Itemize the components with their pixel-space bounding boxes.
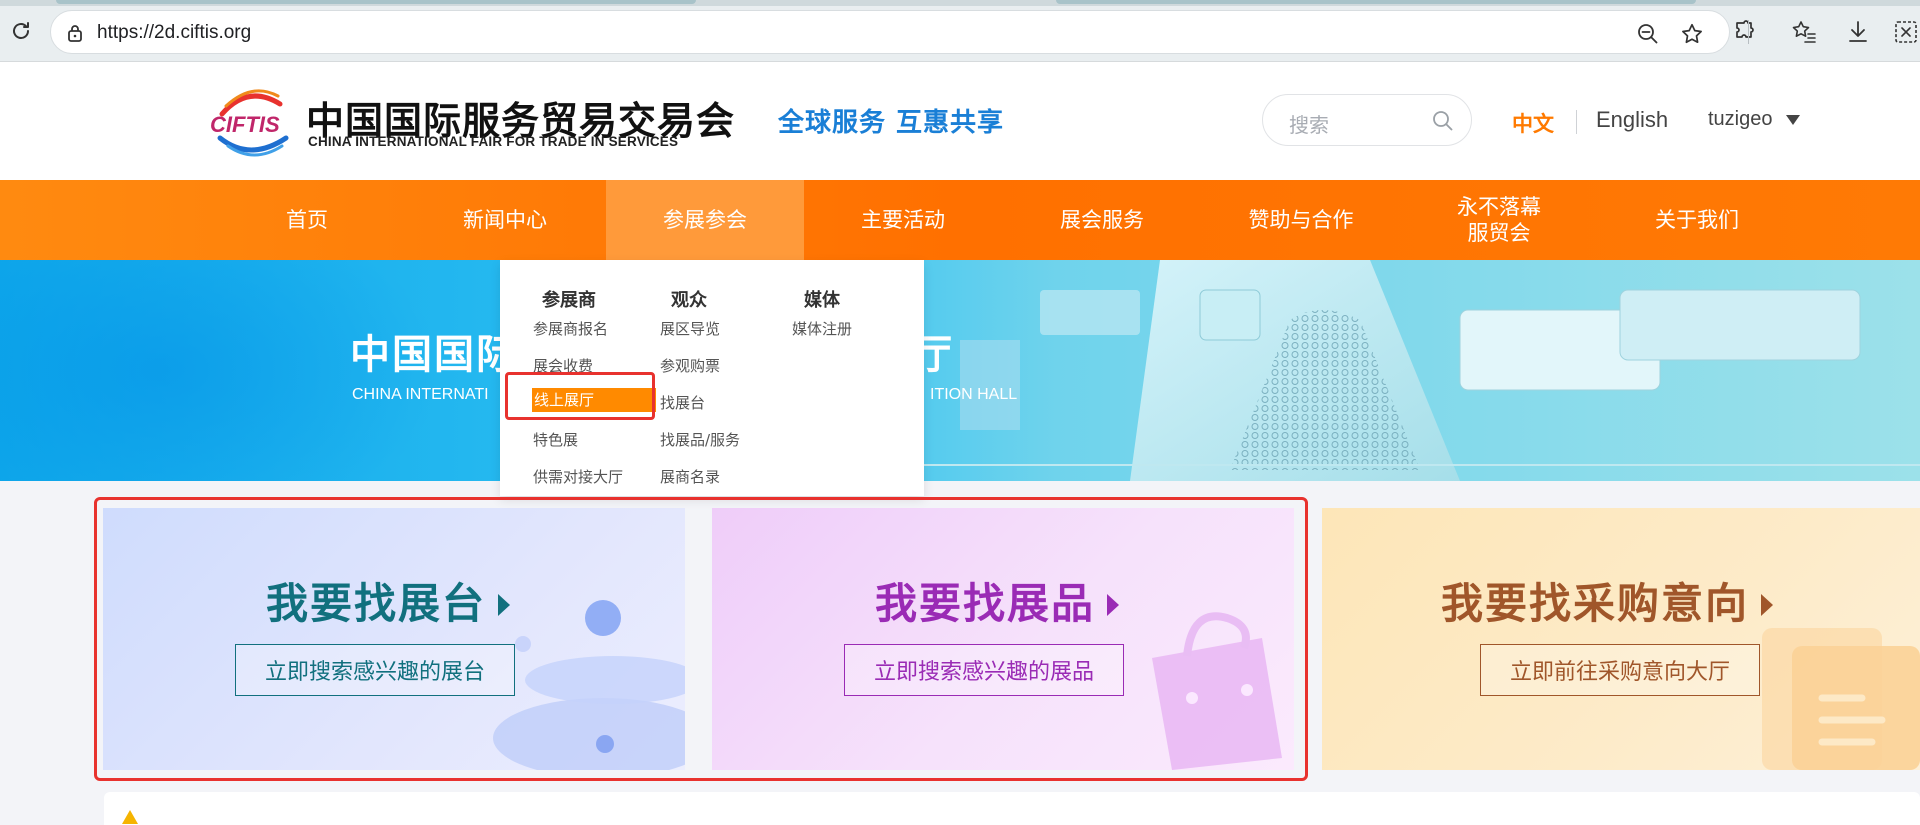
nav-item-news[interactable]: 新闻中心 xyxy=(406,180,604,260)
dropdown-link[interactable]: 展商名录 xyxy=(660,466,720,487)
logo-mark-text: CIFTIS xyxy=(210,112,280,137)
arrow-right-icon xyxy=(1761,593,1773,616)
dropdown-link[interactable]: 参观购票 xyxy=(660,355,720,376)
logo-english-name[interactable]: CHINA INTERNATIONAL FAIR FOR TRADE IN SE… xyxy=(308,134,678,149)
dropdown-link[interactable]: 展区导览 xyxy=(660,318,720,339)
toolbar-separator xyxy=(1748,20,1749,44)
notice-icon xyxy=(122,810,138,824)
purchase-hall-button[interactable]: 立即前往采购意向大厅 xyxy=(1480,644,1760,696)
next-section-panel xyxy=(104,792,1920,825)
banner-hall-illustration xyxy=(900,260,1920,481)
dropdown-link[interactable]: 特色展 xyxy=(533,429,578,450)
find-purchase-title-text: 我要找采购意向 xyxy=(1440,579,1749,628)
dropdown-heading-media: 媒体 xyxy=(804,290,840,311)
language-chinese-link[interactable]: 中文 xyxy=(1512,108,1554,138)
annotation-cards-box xyxy=(94,497,1308,781)
reload-icon[interactable] xyxy=(8,18,34,44)
dropdown-link[interactable]: 找展品/服务 xyxy=(660,429,740,450)
url-text[interactable]: https://2d.ciftis.org xyxy=(97,22,251,44)
slogan: 全球服务 互惠共享 xyxy=(778,108,1005,138)
browser-chrome: https://2d.ciftis.org xyxy=(0,0,1920,62)
dropdown-link[interactable]: 媒体注册 xyxy=(792,318,852,339)
zoom-out-icon[interactable] xyxy=(1635,21,1661,47)
ciftis-logo-icon[interactable]: CIFTIS xyxy=(208,86,294,158)
find-purchase-title: 我要找采购意向 xyxy=(1322,570,1906,631)
tab-strip xyxy=(0,0,1920,6)
tab-indicator xyxy=(1056,0,1696,4)
main-nav: 首页 新闻中心 参展参会 主要活动 展会服务 赞助与合作 永不落幕 服贸会 关于… xyxy=(0,180,1920,260)
banner-title: 中国国际 xyxy=(350,332,518,378)
caret-down-icon[interactable] xyxy=(1786,115,1800,125)
find-purchase-card[interactable]: 我要找采购意向 立即前往采购意向大厅 xyxy=(1322,508,1920,770)
nav-item-about[interactable]: 关于我们 xyxy=(1598,180,1796,260)
extensions-icon[interactable] xyxy=(1730,18,1758,46)
dropdown-heading-audience: 观众 xyxy=(671,290,707,311)
search-icon[interactable] xyxy=(1431,109,1455,133)
dropdown-link[interactable]: 供需对接大厅 xyxy=(533,466,623,487)
nav-item-activities[interactable]: 主要活动 xyxy=(804,180,1002,260)
dropdown-link[interactable]: 参展商报名 xyxy=(533,318,608,339)
address-bar[interactable]: https://2d.ciftis.org xyxy=(50,10,1730,54)
banner-subtitle-end: ITION HALL xyxy=(930,386,1018,403)
dropdown-link[interactable]: 找展台 xyxy=(660,392,705,413)
language-english-link[interactable]: English xyxy=(1596,107,1668,133)
download-icon[interactable] xyxy=(1844,18,1872,46)
banner-subtitle: CHINA INTERNATI xyxy=(352,386,489,403)
favorites-list-icon[interactable] xyxy=(1790,18,1818,46)
nav-item-services[interactable]: 展会服务 xyxy=(1003,180,1201,260)
hero-banner: 中国国际 厅 CHINA INTERNATI ITION HALL xyxy=(0,260,1920,481)
language-separator xyxy=(1576,110,1577,134)
lock-icon[interactable] xyxy=(65,23,85,43)
user-menu[interactable]: tuzigeo xyxy=(1708,108,1773,131)
search-input[interactable]: 搜索 xyxy=(1262,94,1472,146)
nav-item-sponsorship[interactable]: 赞助与合作 xyxy=(1202,180,1400,260)
annotation-highlight-box xyxy=(505,372,655,420)
search-placeholder: 搜索 xyxy=(1289,113,1329,137)
nav-item-online-fair[interactable]: 永不落幕 服贸会 xyxy=(1400,180,1598,260)
nav-item-exhibit[interactable]: 参展参会 xyxy=(606,180,804,260)
nav-item-home[interactable]: 首页 xyxy=(208,180,406,260)
screenshot-icon[interactable] xyxy=(1892,18,1920,46)
dropdown-heading-exhibitors: 参展商 xyxy=(542,290,596,311)
tab-indicator xyxy=(56,0,696,4)
favorite-star-icon[interactable] xyxy=(1679,21,1705,47)
document-illustration xyxy=(1762,628,1920,770)
site-header: CIFTIS 中国国际服务贸易交易会 CHINA INTERNATIONAL F… xyxy=(0,62,1920,180)
